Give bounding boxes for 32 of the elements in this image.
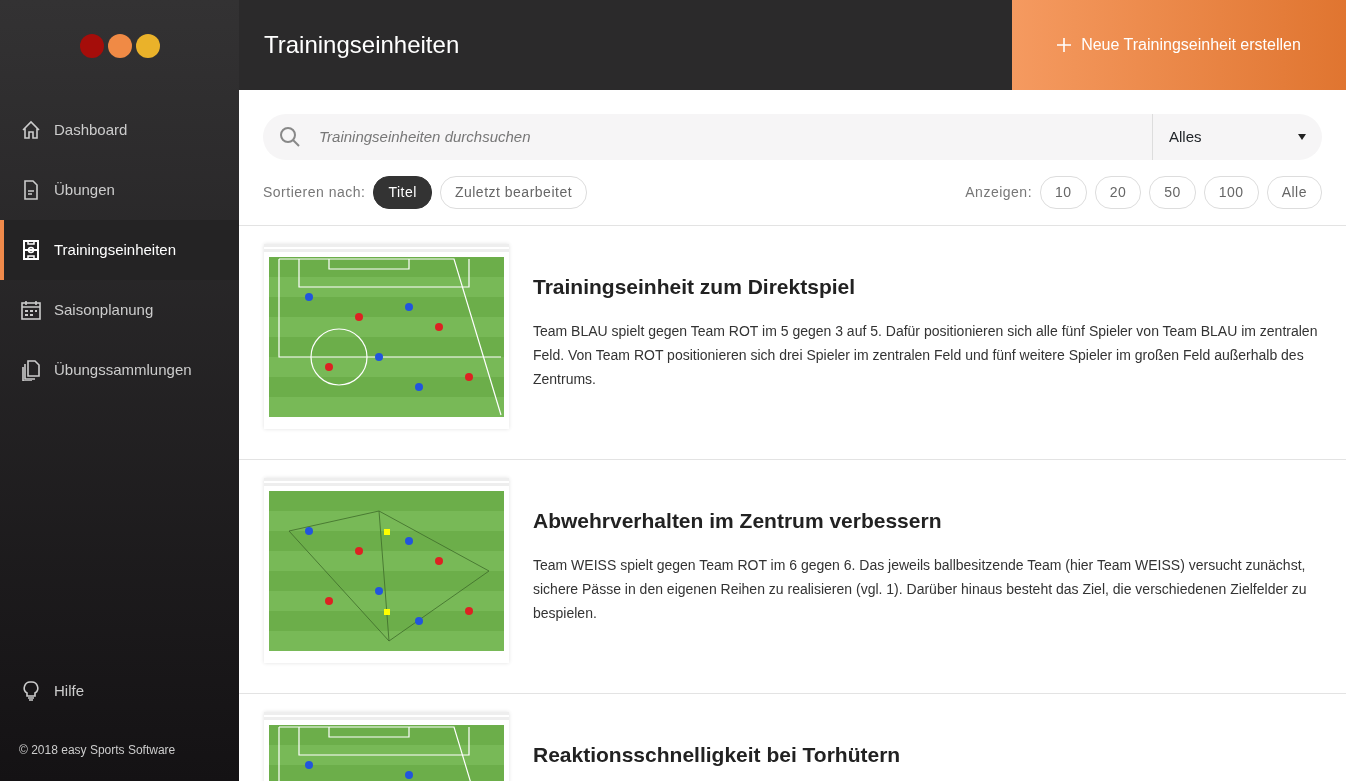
session-title: Abwehrverhalten im Zentrum verbessern — [533, 508, 943, 534]
session-title: Reaktionsschnelligkeit bei Torhütern — [533, 742, 902, 768]
search-icon — [279, 126, 301, 148]
lightbulb-icon — [20, 680, 42, 702]
page-size-option[interactable]: Alle — [1266, 176, 1322, 209]
house-icon — [20, 119, 42, 141]
sidebar-item[interactable]: Übungen — [0, 160, 239, 220]
plus-icon — [1057, 38, 1072, 52]
tactics-board-icon — [20, 239, 42, 261]
sidebar-item[interactable]: Übungssammlungen — [0, 340, 239, 400]
page-size-option[interactable]: 100 — [1203, 176, 1259, 209]
session-description: Team BLAU spielt gegen Team ROT im 5 gegen 3 auf 5. Dafür positionieren sich alle fünf Spieler von Team BLAU im zentralen Feld. Von Team ROT positionieren sich drei Spieler im zentralen Feld und fünf weitere Spieler im großen Feld außerhalb des Zentrums. — [533, 322, 1319, 390]
copyright-text: © 2018 easy Sports Software — [18, 742, 177, 759]
sort-label: Sortieren nach: — [263, 183, 366, 202]
session-description: Team WEISS spielt gegen Team ROT im 6 gegen 6. Das jeweils ballbesitzende Team (hier Team WEISS) versucht zunächst, sichere Pässe in den eigenen Reihen zu realisieren (vgl. 1). Darüber hinaus besteht das Ziel, die verschiedenen Zielfelder zu bespielen. — [533, 556, 1308, 624]
help-link[interactable]: Hilfe — [0, 661, 239, 721]
page-title: Trainingseinheiten — [263, 30, 460, 60]
search-field[interactable]: Trainingseinheiten durchsuchen Alles — [263, 114, 1322, 160]
session-title: Trainingseinheit zum Direktspiel — [533, 274, 857, 300]
page-size-option[interactable]: 50 — [1149, 176, 1196, 209]
sidebar-item[interactable]: Dashboard — [0, 100, 239, 160]
sidebar-item[interactable]: Saisonplanung — [0, 280, 239, 340]
sort-option[interactable]: Zuletzt bearbeitet — [439, 176, 588, 209]
page-size-option[interactable]: 10 — [1040, 176, 1087, 209]
filter-dropdown[interactable]: Alles — [1152, 114, 1322, 160]
page-size-label: Anzeigen: — [965, 183, 1033, 202]
sort-option[interactable]: Titel — [373, 176, 432, 209]
sidebar-item[interactable]: Trainingseinheiten — [0, 220, 239, 280]
dropdown-caret-icon — [1298, 134, 1306, 140]
calendar-icon — [20, 299, 42, 321]
page-size-option[interactable]: 20 — [1094, 176, 1142, 209]
documents-icon — [20, 359, 42, 381]
